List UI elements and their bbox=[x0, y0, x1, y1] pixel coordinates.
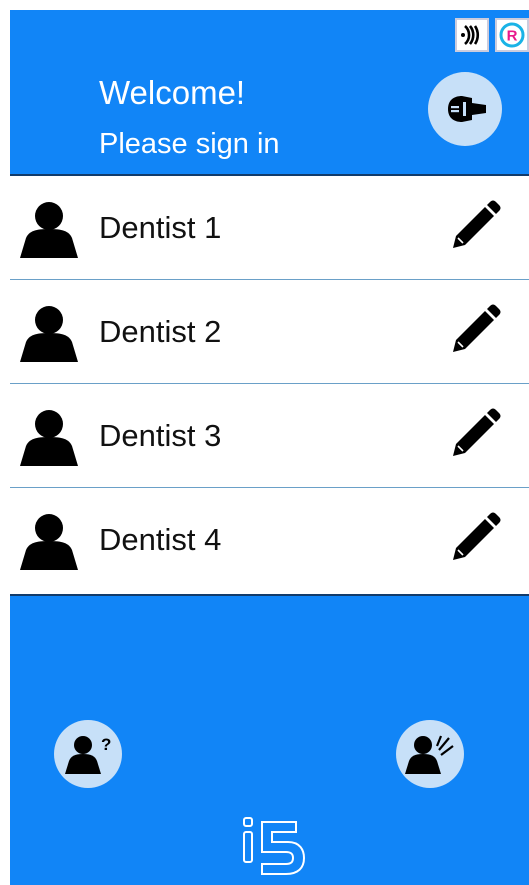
dentist-row-3[interactable]: Dentist 3 bbox=[10, 384, 529, 488]
pencil-icon[interactable] bbox=[447, 512, 501, 566]
dentist-name: Dentist 1 bbox=[99, 210, 222, 245]
person-icon bbox=[20, 514, 78, 570]
unknown-user-button[interactable]: ? bbox=[54, 720, 122, 788]
dentist-list: Dentist 1 Dentist 2 Dentist 3 Dentist 4 bbox=[10, 176, 529, 593]
registered-mark: R bbox=[507, 28, 518, 45]
dentist-name: Dentist 2 bbox=[99, 314, 222, 349]
registered-icon: R bbox=[495, 18, 529, 52]
pencil-icon[interactable] bbox=[447, 200, 501, 254]
settings-button[interactable] bbox=[428, 72, 502, 146]
dentist-name: Dentist 4 bbox=[99, 522, 222, 557]
nfc-icon bbox=[455, 18, 489, 52]
dentist-row-4[interactable]: Dentist 4 bbox=[10, 488, 529, 593]
header-bar: R Welcome! Please sign in bbox=[10, 10, 529, 174]
voice-user-icon bbox=[405, 735, 454, 774]
person-icon bbox=[20, 202, 78, 258]
i5-logo bbox=[243, 817, 306, 875]
dentist-row-1[interactable]: Dentist 1 bbox=[10, 176, 529, 280]
pencil-icon[interactable] bbox=[447, 408, 501, 462]
status-icons: R bbox=[455, 18, 529, 52]
unknown-user-icon: ? bbox=[65, 735, 111, 774]
person-icon bbox=[20, 306, 78, 362]
sign-in-subtitle: Please sign in bbox=[99, 128, 280, 160]
welcome-title: Welcome! bbox=[99, 74, 246, 111]
voice-user-button[interactable] bbox=[396, 720, 464, 788]
pencil-icon[interactable] bbox=[447, 304, 501, 358]
dentist-row-2[interactable]: Dentist 2 bbox=[10, 280, 529, 384]
question-mark: ? bbox=[101, 735, 111, 754]
dentist-name: Dentist 3 bbox=[99, 418, 222, 453]
footer-area: ? bbox=[10, 596, 529, 885]
person-icon bbox=[20, 410, 78, 466]
wrench-icon bbox=[448, 96, 486, 122]
